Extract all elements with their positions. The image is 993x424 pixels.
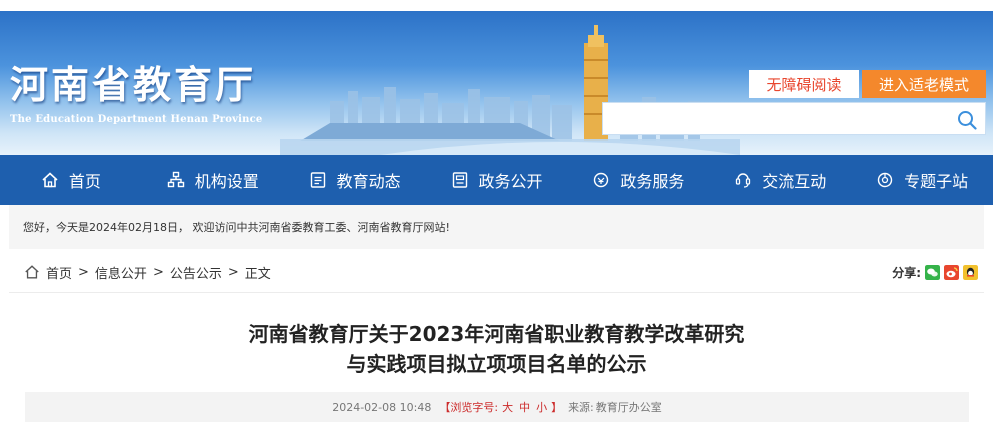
nav-item-org[interactable]: 机构设置 (142, 155, 284, 205)
accessibility-reading-button[interactable]: 无障碍阅读 (749, 70, 859, 98)
nav-item-label: 专题子站 (904, 172, 969, 191)
news-icon (310, 172, 325, 188)
nav-item-label: 机构设置 (194, 172, 259, 191)
breadcrumb-notices[interactable]: 公告公示 (170, 263, 222, 282)
site-logo-title[interactable]: 河南省教育厅 (10, 54, 256, 109)
welcome-text: 您好，今天是2024年02月18日， 欢迎访问中共河南省委教育工委、河南省教育厅… (23, 221, 450, 234)
share-bar: 分享: (892, 262, 978, 282)
site-header: 河南省教育厅 The Education Department Henan Pr… (0, 11, 993, 155)
main-nav: 首页 机构设置 教育动态 政务公开 政务服务 交流互动 专题子站 (0, 155, 993, 205)
share-label: 分享: (892, 265, 921, 280)
search-icon[interactable] (956, 109, 978, 131)
breadcrumb: 首页 > 信息公开 > 公告公示 > 正文 (24, 262, 271, 282)
subsite-icon (877, 172, 893, 188)
font-size-small-option[interactable]: 小 (536, 399, 547, 415)
nav-item-interact[interactable]: 交流互动 (709, 155, 851, 205)
breadcrumb-info-open[interactable]: 信息公开 (95, 263, 147, 282)
font-size-prefix: 【浏览字号: (439, 401, 499, 414)
wechat-share-icon[interactable] (925, 264, 940, 280)
nav-item-label: 政务服务 (620, 172, 685, 191)
nav-item-home[interactable]: 首页 (0, 155, 142, 205)
divider (9, 292, 984, 293)
article-source: 教育厅办公室 (595, 401, 662, 414)
home-icon (42, 172, 58, 188)
font-size-suffix: 】 (551, 401, 563, 414)
article-title-line-1: 河南省教育厅关于2023年河南省职业教育教学改革研究 (248, 322, 745, 346)
breadcrumb-separator: > (227, 264, 239, 280)
open-gov-icon (452, 172, 467, 188)
article-meta-bar: 2024-02-08 10:48 【浏览字号: 大 中 小 】 来源: 教育厅办… (25, 392, 969, 422)
breadcrumb-separator: > (152, 264, 164, 280)
nav-item-service[interactable]: 政务服务 (567, 155, 709, 205)
breadcrumb-home[interactable]: 首页 (46, 263, 72, 282)
interact-icon (736, 173, 751, 188)
font-size-large-option[interactable]: 大 (502, 399, 513, 415)
qq-share-icon[interactable] (963, 264, 978, 280)
nav-item-subsite[interactable]: 专题子站 (851, 155, 993, 205)
nav-item-news[interactable]: 教育动态 (284, 155, 426, 205)
source-label: 来源: (568, 401, 594, 414)
weibo-share-icon[interactable] (944, 264, 959, 280)
site-logo-subtitle: The Education Department Henan Province (10, 114, 263, 125)
breadcrumb-separator: > (78, 264, 89, 280)
nav-item-label: 教育动态 (336, 172, 401, 191)
nav-item-label: 交流互动 (762, 172, 827, 191)
nav-item-label: 政务公开 (478, 172, 543, 191)
article-date: 2024-02-08 10:48 (332, 400, 432, 414)
nav-item-open-gov[interactable]: 政务公开 (426, 155, 568, 205)
nav-item-label: 首页 (68, 172, 101, 191)
breadcrumb-current: 正文 (244, 266, 271, 282)
org-icon (167, 171, 184, 188)
font-size-medium-option[interactable]: 中 (519, 399, 530, 415)
search-input[interactable] (607, 107, 937, 131)
welcome-bar: 您好，今天是2024年02月18日， 欢迎访问中共河南省委教育工委、河南省教育厅… (9, 205, 984, 249)
service-icon (594, 172, 609, 188)
home-icon (25, 265, 39, 279)
article-title-line-2: 与实践项目拟立项项目名单的公示 (346, 352, 647, 376)
elder-mode-button[interactable]: 进入适老模式 (862, 70, 986, 98)
search-box (602, 102, 986, 135)
